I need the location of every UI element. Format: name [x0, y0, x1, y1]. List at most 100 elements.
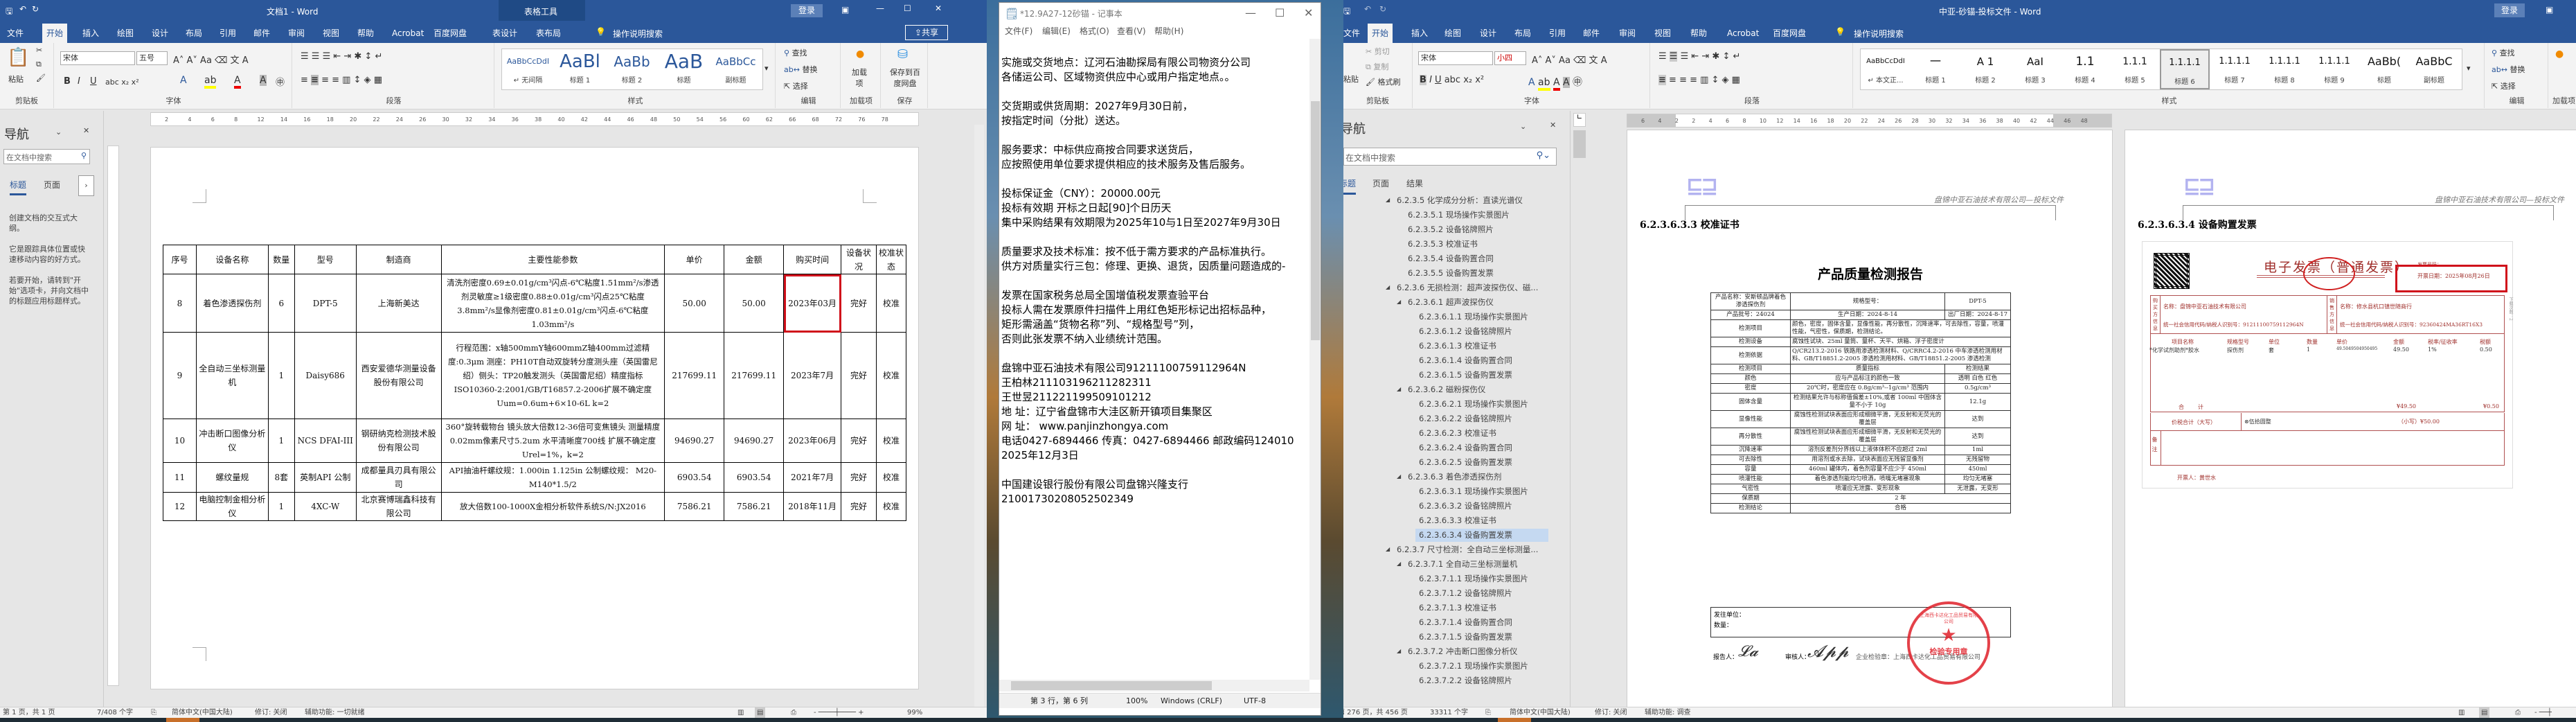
signin-button[interactable]: 登录	[791, 4, 823, 17]
cut-button[interactable]: ✂ 剪切	[1366, 46, 1390, 57]
horizontal-ruler[interactable]: 6 4 2 2 4 6 8 10 12 14 16 18 20 22 24 26 28 30 32 34 36 38 40 4…	[1627, 114, 2112, 127]
table-cell[interactable]: 94690.27	[664, 419, 725, 463]
style-item[interactable]: AaBbC 副标题	[2409, 49, 2459, 89]
maximize-button[interactable]: ☐	[1275, 6, 1285, 19]
undo-icon[interactable]: ↶	[1364, 4, 1371, 14]
table-row[interactable]: 11 螺纹量规 8套 英制API 公制 成都量具刃具有限公司 API抽油杆螺纹规：1.00…	[163, 462, 907, 493]
undo-icon[interactable]: ↶	[19, 4, 26, 14]
find-button[interactable]: ⚲ 查找	[784, 47, 807, 58]
read-mode-icon[interactable]: ▥	[2458, 707, 2465, 718]
tell-me-search[interactable]: 操作说明搜索	[1854, 28, 1904, 39]
web-layout-icon[interactable]: ⎙	[791, 707, 796, 718]
table-cell[interactable]: 螺纹量规	[195, 462, 269, 493]
table-cell[interactable]: 电脑控制金相分析仪	[195, 492, 269, 521]
table-row[interactable]: 8 着色渗透探伤剂 6 DPT-5 上海新美达 清洗剂密度0.69±0.01g/cm³闪点…	[163, 274, 907, 333]
align-icons[interactable]: ≡ ≡ ≡ ≡ ▥ ↕ ◈ ▦	[1658, 75, 1740, 85]
nav-heading-item[interactable]: 6.2.3.6.1.1 现场操作实景图片	[1419, 310, 1528, 324]
style-item[interactable]: 1.1 标题 4	[2060, 49, 2110, 89]
nav-heading-item[interactable]: 6.2.3.7.2.1 现场操作实景图片	[1419, 660, 1528, 673]
tab-2[interactable]: 插入	[1407, 24, 1432, 43]
document-page[interactable]: 序号 设备名称 数量 型号 制造商 主要性能参数 单价 金额 购买时间 设备状况 校准状态 8 着色渗…	[150, 147, 919, 689]
table-cell[interactable]: 校准	[875, 462, 907, 493]
nav-heading-item[interactable]: 6.2.3.6 无损检测：超声波探伤仪、磁...	[1397, 281, 1538, 294]
save-icon[interactable]: 🖫	[1343, 5, 1350, 19]
style-item[interactable]: 一标题 1	[1911, 49, 1960, 89]
tab-6[interactable]: 引用	[1545, 24, 1570, 43]
nav-heading-item[interactable]: 6.2.3.6.1.5 设备购置发票	[1419, 369, 1512, 382]
table-cell[interactable]: Daisy686	[294, 332, 357, 419]
list-icons[interactable]: ☰ ☰ ☰ ⇤ ⇥ ✱ ↕ ↵	[1658, 51, 1740, 62]
nav-heading-item[interactable]: 6.2.3.7.1 全自动三坐标测量机	[1408, 558, 1517, 571]
table-cell[interactable]: 校准	[875, 332, 907, 419]
paste-icon[interactable]: 📋	[7, 47, 29, 68]
nav-tab-results[interactable]: 结果	[1406, 177, 1423, 189]
close-button[interactable]: ✕	[1304, 6, 1313, 19]
table-cell[interactable]: DPT-5	[294, 274, 357, 333]
bold-icon[interactable]: B	[64, 76, 71, 87]
style-item[interactable]: 1.1.1.1 标题 6	[2160, 49, 2210, 89]
nav-tabs-more[interactable]: ›	[78, 175, 94, 196]
find-button[interactable]: ⚲ 查找	[2492, 47, 2515, 58]
styles-more-icon[interactable]: ▾	[2467, 64, 2471, 73]
tab-9[interactable]: 视图	[319, 24, 343, 43]
print-layout-icon[interactable]: ▤	[755, 707, 766, 718]
style-item[interactable]: 1.1.1.1 标题 7	[2210, 49, 2260, 89]
table-cell[interactable]: 成都量具刃具有限公司	[355, 462, 442, 493]
paste-button[interactable]: 粘贴	[1343, 73, 1359, 85]
font-name-select[interactable]: 宋体	[60, 51, 135, 65]
table-cell[interactable]: 2023年03月	[783, 274, 842, 333]
language[interactable]: 简体中文(中国大陆)	[172, 707, 233, 718]
nav-heading-item[interactable]: 6.2.3.6.1.4 设备购置合同	[1419, 354, 1512, 367]
table-cell[interactable]: 8	[163, 274, 197, 333]
style-item[interactable]: 1.1.1.1 标题 9	[2309, 49, 2359, 89]
tab-4[interactable]: 设计	[1476, 24, 1501, 43]
nav-heading-item[interactable]: 6.2.3.6.3.3 校准证书	[1419, 514, 1496, 527]
nav-tab-headings[interactable]: 标题	[10, 179, 27, 195]
track-changes[interactable]: 修订: 关闭	[255, 707, 287, 718]
collapse-triangle-icon[interactable]: ◢	[1397, 561, 1401, 567]
styles-more-icon[interactable]: ▾	[764, 64, 769, 73]
nav-heading-item[interactable]: 6.2.3.6.1.2 设备铭牌照片	[1419, 325, 1512, 338]
tab-4[interactable]: 设计	[147, 24, 172, 43]
table-cell[interactable]: 北京赛博瑞鑫科技有限公司	[355, 492, 442, 521]
nav-heading-item[interactable]: 6.2.3.6.1 超声波探伤仪	[1408, 296, 1494, 309]
nav-heading-item[interactable]: 6.2.3.7 尺寸检测：全自动三坐标测量...	[1397, 543, 1538, 556]
nav-heading-item[interactable]: 6.2.3.7.2 冲击断口图像分析仪	[1408, 645, 1517, 658]
nav-heading-item[interactable]: 6.2.3.6.3.1 现场操作实景图片	[1419, 485, 1528, 498]
tab-7[interactable]: 邮件	[1579, 24, 1604, 43]
collapse-triangle-icon[interactable]: ◢	[1386, 197, 1390, 203]
collapse-triangle-icon[interactable]: ◢	[1397, 299, 1401, 305]
table-cell[interactable]: 清洗剂密度0.69±0.01g/cm³闪点-6℃粘度1.51mm²/s渗透剂灵敏…	[440, 274, 665, 333]
table-cell[interactable]: 217699.11	[664, 332, 725, 419]
table-cell[interactable]: 完好	[841, 462, 877, 493]
table-cell[interactable]: 8套	[267, 462, 295, 493]
equipment-table[interactable]: 序号 设备名称 数量 型号 制造商 主要性能参数 单价 金额 购买时间 设备状况 校准状态 8 着色渗…	[163, 245, 907, 521]
tell-me-search[interactable]: 操作说明搜索	[613, 28, 663, 39]
scroll-thumb[interactable]	[1311, 101, 1320, 340]
page-count[interactable]: 第 1 页，共 1 页	[3, 707, 55, 718]
close-button[interactable]: ✕	[935, 3, 942, 13]
table-cell[interactable]: 2023年06月	[783, 419, 842, 463]
nav-heading-item[interactable]: 6.2.3.7.2.2 设备铭牌照片	[1419, 674, 1512, 687]
nav-heading-item[interactable]: 6.2.3.6.2.4 设备购置合同	[1419, 441, 1512, 455]
nav-close-icon[interactable]: ✕	[83, 126, 89, 135]
nav-heading-item[interactable]: 6.2.3.5.3 校准证书	[1408, 238, 1478, 251]
table-row[interactable]: 9 全自动三坐标测量机 1 Daisy686 西安爱德华测量设备股份有限公司 行程范围：x…	[163, 332, 907, 419]
strikethrough-icon[interactable]: abc x₂ x²	[105, 78, 139, 87]
collapse-triangle-icon[interactable]: ◢	[1386, 284, 1390, 290]
table-cell[interactable]: 完好	[841, 274, 877, 333]
tab-3[interactable]: 绘图	[113, 24, 138, 43]
nav-heading-item[interactable]: 6.2.3.7.1.2 设备铭牌照片	[1419, 587, 1512, 600]
nav-tab-headings[interactable]: 标题	[1343, 177, 1357, 195]
menu-item[interactable]: 帮助(H)	[1154, 25, 1183, 37]
tab-0[interactable]: 文件	[3, 24, 28, 43]
table-cell[interactable]: 西安爱德华测量设备股份有限公司	[355, 332, 442, 419]
collapse-triangle-icon[interactable]: ◢	[1386, 546, 1390, 552]
tab-10[interactable]: 帮助	[353, 24, 378, 43]
nav-heading-item[interactable]: 6.2.3.5.4 设备购置合同	[1408, 252, 1494, 265]
nav-tab-pages[interactable]: 页面	[44, 179, 60, 191]
table-cell[interactable]: 50.00	[724, 274, 785, 333]
track-changes[interactable]: 修订: 关闭	[1595, 707, 1627, 718]
color-icons[interactable]: A ab A A ㊥	[1528, 75, 1582, 91]
nav-heading-item[interactable]: 6.2.3.6.1.3 校准证书	[1419, 340, 1496, 353]
